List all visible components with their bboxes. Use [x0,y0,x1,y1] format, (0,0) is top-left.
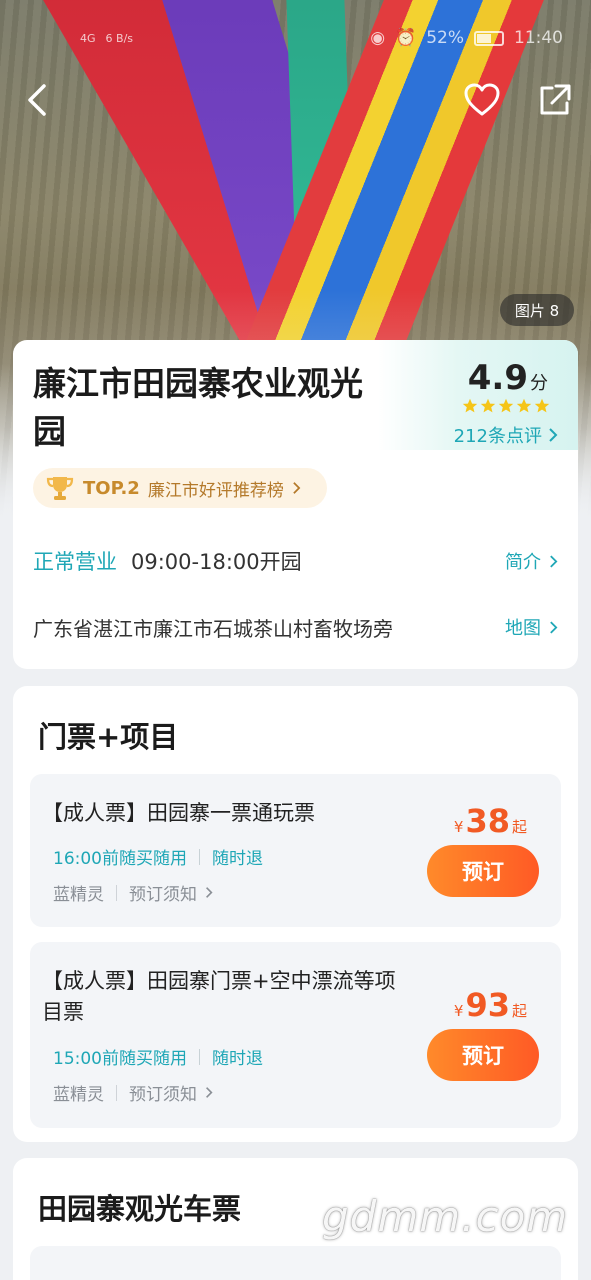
signal-indicator: 4G [80,31,96,45]
status-left: 4G 6 B/s [80,32,133,45]
chevron-right-icon [206,887,213,898]
bus-section-title: 田园寨观光车票 [38,1192,242,1226]
price-suffix: 起 [511,1002,527,1020]
chevron-right-icon [549,428,558,442]
ticket-item[interactable]: 【成人票】田园寨门票+空中漂流等项目票 15:00前随买随用 随时退 蓝精灵 预… [30,942,561,1128]
map-link-label: 地图 [505,618,541,639]
map-link[interactable]: 地图 [505,614,558,640]
intro-link[interactable]: 简介 [505,548,558,574]
ticket-meta: 蓝精灵 预订须知 [53,880,213,905]
heart-icon [464,83,500,116]
watermark: gdmm.com [322,1192,569,1241]
ticket-usage-tag: 15:00前随买随用 [53,1049,187,1069]
rating-score[interactable]: 4.9 分 [468,358,548,398]
battery-percent: 52% [426,28,464,48]
divider [199,848,200,865]
booking-notice-link[interactable]: 预订须知 [129,1080,197,1105]
rank-list-name: 廉江市好评推荐榜 [147,480,284,501]
chevron-right-icon [550,620,558,634]
rating-unit: 分 [530,373,548,394]
battery-icon [474,30,504,46]
rating-value: 4.9 [467,358,528,398]
ticket-usage-tag: 16:00前随买随用 [53,849,187,869]
price-suffix: 起 [511,818,527,836]
chevron-left-icon [28,84,46,116]
opening-hours-row: 正常营业 09:00-18:00开园 简介 [33,546,558,576]
reviews-count: 212条点评 [453,426,542,447]
ticket-item[interactable]: 【成人票】田园寨一票通玩票 16:00前随买随用 随时退 蓝精灵 预订须知 ¥ … [30,774,561,927]
star-icon [498,398,514,413]
trophy-icon [46,477,74,500]
currency-symbol: ¥ [453,818,464,836]
booking-notice-link[interactable]: 预订须知 [129,880,197,905]
chevron-right-icon [206,1087,213,1098]
chevron-right-icon [550,554,558,568]
divider [116,884,117,901]
page-title: 廉江市田园寨农业观光园 [33,364,363,451]
ticket-price: ¥ 38 起 [454,802,527,840]
bus-ticket-item[interactable] [30,1246,561,1280]
ticket-name: 【成人票】田园寨一票通玩票 [42,801,315,825]
ticket-refund-tag: 随时退 [212,1049,263,1069]
ticket-refund-tag: 随时退 [212,849,263,869]
star-icon [534,398,550,413]
status-right: ◉ ⏰ 52% 11:40 [370,28,563,48]
network-speed: 6 B/s [105,31,134,45]
tickets-section-title: 门票+项目 [38,720,179,754]
ticket-supplier: 蓝精灵 [53,885,104,905]
opening-hours: 09:00-18:00开园 [131,550,302,574]
ticket-tags: 16:00前随买随用 随时退 [53,844,263,869]
eye-icon: ◉ [370,28,386,48]
divider [116,1084,117,1101]
share-icon [540,84,571,115]
book-button[interactable]: 预订 [427,845,539,897]
alarm-icon: ⏰ [395,28,417,48]
star-icon [516,398,532,413]
address: 广东省湛江市廉江市石城茶山村畜牧场旁 [33,616,393,641]
currency-symbol: ¥ [453,1002,464,1020]
favorite-button[interactable] [462,80,502,120]
book-button[interactable]: 预订 [427,1029,539,1081]
share-button[interactable] [534,80,574,120]
back-button[interactable] [18,80,58,120]
intro-link-label: 简介 [505,552,541,573]
ticket-price: ¥ 93 起 [454,986,527,1024]
poi-info-card: 廉江市田园寨农业观光园 4.9 分 212条点评 TOP.2 廉江市好评推荐榜 … [13,340,578,669]
photo-count-badge[interactable]: 图片 8 [500,294,574,326]
price-value: 93 [465,986,510,1024]
ticket-meta: 蓝精灵 预订须知 [53,1080,213,1105]
clock: 11:40 [514,28,563,48]
rank-position: TOP.2 [83,477,140,499]
reviews-link[interactable]: 212条点评 [454,422,558,448]
open-status: 正常营业 [33,550,117,574]
status-bar: 4G 6 B/s ◉ ⏰ 52% 11:40 [80,18,563,58]
ranking-badge[interactable]: TOP.2 廉江市好评推荐榜 [33,468,327,508]
address-row: 广东省湛江市廉江市石城茶山村畜牧场旁 地图 [33,612,558,642]
rating-stars [462,398,550,414]
star-icon [480,398,496,413]
divider [199,1048,200,1065]
ticket-supplier: 蓝精灵 [53,1085,104,1105]
ticket-name: 【成人票】田园寨门票+空中漂流等项目票 [42,969,396,1024]
price-value: 38 [465,802,510,840]
star-icon [462,398,478,413]
chevron-right-icon [293,482,301,494]
ticket-tags: 15:00前随买随用 随时退 [53,1044,263,1069]
tickets-section: 门票+项目 【成人票】田园寨一票通玩票 16:00前随买随用 随时退 蓝精灵 预… [13,686,578,1142]
